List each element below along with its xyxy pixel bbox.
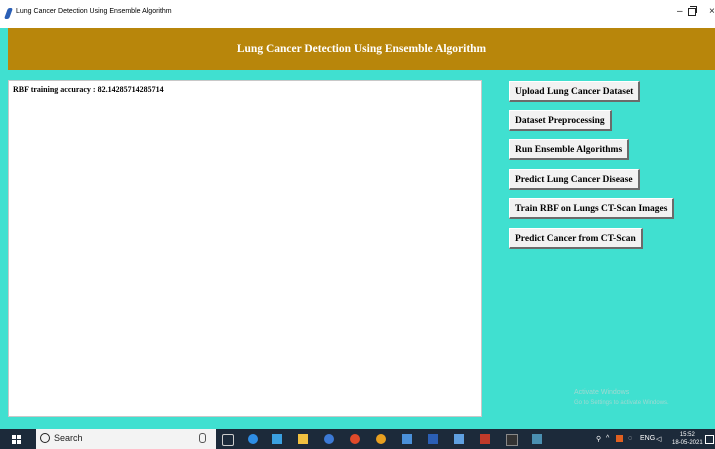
upload-dataset-button[interactable]: Upload Lung Cancer Dataset [509,81,641,102]
windows-start-icon[interactable] [12,435,21,444]
tray-app-icon[interactable] [616,435,623,442]
word-icon[interactable] [428,434,438,444]
volume-icon[interactable]: ◁ [656,435,661,443]
page-title: Lung Cancer Detection Using Ensemble Alg… [236,43,487,55]
notification-icon[interactable] [705,435,714,444]
dataset-preprocessing-button[interactable]: Dataset Preprocessing [509,110,612,131]
language-indicator[interactable]: ENG [640,435,655,442]
notepad-icon[interactable] [454,434,464,444]
run-ensemble-button[interactable]: Run Ensemble Algorithms [509,139,630,160]
people-icon[interactable]: ⚲ [596,435,601,443]
feather-app-icon [3,8,14,19]
python-idle-icon[interactable] [480,434,490,444]
activate-windows-watermark: Activate Windows Go to Settings to activ… [574,388,669,408]
edge-icon[interactable] [248,434,258,444]
file-explorer-icon[interactable] [298,434,308,444]
predict-disease-button[interactable]: Predict Lung Cancer Disease [509,169,640,190]
chrome-icon[interactable] [376,434,386,444]
taskbar-clock[interactable]: 15:52 18-05-2021 [672,431,703,447]
window-titlebar: Lung Cancer Detection Using Ensemble Alg… [0,0,715,28]
output-text-area[interactable]: RBF training accuracy : 82.1428571428571… [8,80,482,417]
browser-icon[interactable] [324,434,334,444]
tray-chevron-icon[interactable]: ^ [606,435,609,442]
feather-app-taskbar-icon[interactable] [532,434,542,444]
minimize-button[interactable]: – [677,6,683,18]
maximize-button[interactable] [688,6,697,16]
train-rbf-button[interactable]: Train RBF on Lungs CT-Scan Images [509,198,675,219]
network-icon[interactable]: ◌ [628,435,632,442]
clock-time: 15:52 [679,432,695,438]
microphone-icon[interactable] [199,433,206,443]
close-button[interactable]: × [709,6,715,18]
task-view-icon[interactable] [222,434,234,446]
folder-icon[interactable] [402,434,412,444]
media-icon[interactable] [350,434,360,444]
window-title: Lung Cancer Detection Using Ensemble Alg… [16,8,172,15]
windows-taskbar: Search ⚲ ^ ◌ ENG ◁ 15:52 18-05-2021 [0,429,715,449]
search-icon [40,433,50,443]
app-header: Lung Cancer Detection Using Ensemble Alg… [8,28,715,70]
search-placeholder: Search [54,433,83,443]
watermark-line2: Go to Settings to activate Windows. [574,400,669,406]
terminal-icon[interactable] [506,434,518,446]
taskbar-search-input[interactable]: Search [36,429,216,449]
clock-date: 18-05-2021 [672,440,703,446]
store-icon[interactable] [272,434,282,444]
predict-ct-scan-button[interactable]: Predict Cancer from CT-Scan [509,228,643,249]
watermark-line1: Activate Windows [574,389,630,396]
output-line: RBF training accuracy : 82.1428571428571… [13,85,164,94]
